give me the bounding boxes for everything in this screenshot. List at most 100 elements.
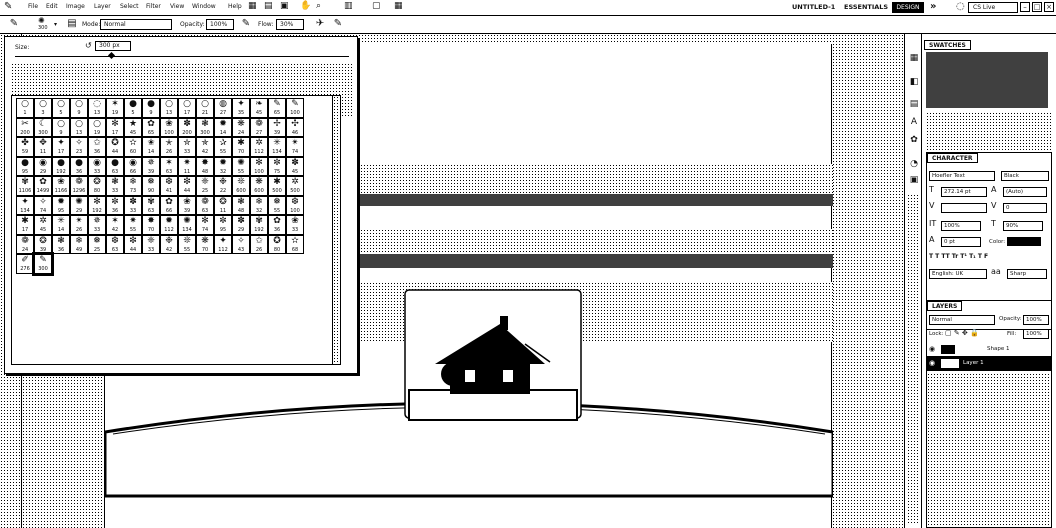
brush-preset-cell[interactable]: ✱ 17 bbox=[16, 215, 34, 235]
brush-preset-cell[interactable]: ✻ 100 bbox=[250, 156, 268, 176]
brush-preset-cell[interactable]: ✶ 19 bbox=[106, 98, 124, 118]
brush-preset-cell[interactable]: ✲ 45 bbox=[34, 215, 52, 235]
brush-preset-cell[interactable]: ❀ 33 bbox=[286, 215, 304, 235]
brush-preset-cell[interactable]: ✪ 80 bbox=[268, 234, 286, 254]
brush-preset-cell[interactable]: ❄ 73 bbox=[124, 176, 142, 196]
brush-preset-cell[interactable]: ✵ 39 bbox=[142, 156, 160, 176]
brush-preset-cell[interactable]: ✺ 29 bbox=[70, 195, 88, 215]
brush-preset-cell[interactable]: ❁ 63 bbox=[196, 195, 214, 215]
brush-preset-cell[interactable]: ✹ 95 bbox=[52, 195, 70, 215]
more-workspaces-icon[interactable]: » bbox=[930, 1, 936, 12]
brush-preset-cell[interactable]: ◌ 13 bbox=[88, 98, 106, 118]
brush-preset-cell[interactable]: ○ 17 bbox=[178, 98, 196, 118]
brush-preset-cell[interactable]: ✎ 100 bbox=[286, 98, 304, 118]
brush-preset-cell[interactable]: ❋ 600 bbox=[250, 176, 268, 196]
brush-preset-cell[interactable]: ❆ 100 bbox=[286, 195, 304, 215]
brush-preset-cell[interactable]: ❀ 1166 bbox=[52, 176, 70, 196]
cs-live-field[interactable]: CS Live bbox=[968, 2, 1018, 13]
brush-preset-cell[interactable]: ✽ 45 bbox=[286, 156, 304, 176]
close-button[interactable]: × bbox=[1044, 2, 1054, 12]
brush-preset-cell[interactable]: ❀ 100 bbox=[160, 117, 178, 137]
brush-preset-cell[interactable]: ✶ 42 bbox=[106, 215, 124, 235]
brush-preset-cell[interactable]: ✦ 134 bbox=[16, 195, 34, 215]
brush-preset-cell[interactable]: ❉ 22 bbox=[214, 176, 232, 196]
adjustments-dock-icon[interactable]: ◧ bbox=[908, 76, 920, 88]
actions-dock-icon[interactable]: ✿ bbox=[908, 134, 920, 146]
brush-preset-cell[interactable]: ✿ 65 bbox=[142, 117, 160, 137]
brush-preset-cell[interactable]: ✰ 55 bbox=[214, 137, 232, 157]
cs-live-icon[interactable]: ◌ bbox=[956, 1, 965, 12]
brush-preset-cell[interactable]: ❄ 32 bbox=[250, 195, 268, 215]
pressure-size-icon[interactable]: ✎ bbox=[332, 18, 344, 30]
menu-filter[interactable]: Filter bbox=[146, 3, 161, 10]
brush-preset-cell[interactable]: ❁ 24 bbox=[16, 234, 34, 254]
brush-preset-cell[interactable]: ✥ 11 bbox=[34, 137, 52, 157]
brush-preset-cell[interactable]: ✣ 46 bbox=[286, 117, 304, 137]
airbrush-icon[interactable]: ✈ bbox=[314, 18, 326, 30]
text-color-swatch[interactable] bbox=[1007, 237, 1041, 246]
zoom-tool-icon[interactable]: ⌕ bbox=[316, 1, 321, 11]
brush-preset-cell[interactable]: ❀ 39 bbox=[178, 195, 196, 215]
brush-preset-cell[interactable]: ✎ 300 bbox=[32, 252, 54, 276]
brush-preset-cell[interactable]: ○ 9 bbox=[70, 98, 88, 118]
text-style-buttons[interactable]: T T TT Tr T¹ T₁ T F bbox=[929, 253, 1049, 263]
brush-preset-cell[interactable]: ✴ 74 bbox=[286, 137, 304, 157]
bridge-icon[interactable]: ▦ bbox=[248, 1, 257, 11]
brush-preset-cell[interactable]: ✻ 17 bbox=[106, 117, 124, 137]
brush-preset-cell[interactable]: ✷ 55 bbox=[124, 215, 142, 235]
brush-preset-cell[interactable]: ❋ 24 bbox=[232, 117, 250, 137]
visibility-eye-icon[interactable]: ◉ bbox=[929, 345, 935, 353]
workspace-design[interactable]: DESIGN bbox=[892, 2, 924, 13]
size-slider-thumb[interactable] bbox=[107, 51, 115, 60]
brush-preset-cell[interactable]: ❃ 48 bbox=[232, 195, 250, 215]
extras-icon[interactable]: ▦ bbox=[394, 1, 403, 11]
font-size-field[interactable]: 272.14 pt bbox=[941, 187, 987, 197]
brush-preset-cell[interactable]: ● 5 bbox=[124, 98, 142, 118]
brush-preset-cell[interactable]: ✼ 75 bbox=[268, 156, 286, 176]
mode-select[interactable]: Normal bbox=[100, 19, 172, 30]
brush-preset-cell[interactable]: ✤ 59 bbox=[16, 137, 34, 157]
paths-dock-icon[interactable]: ▣ bbox=[908, 174, 920, 186]
brush-preset-cell[interactable]: ◉ 29 bbox=[34, 156, 52, 176]
brush-preset-cell[interactable]: ○ 3 bbox=[34, 98, 52, 118]
brush-preset-cell[interactable]: ✴ 26 bbox=[70, 215, 88, 235]
hand-tool-icon[interactable]: ✋ bbox=[300, 1, 311, 11]
history-dock-icon[interactable]: ▤ bbox=[908, 98, 920, 110]
language-select[interactable]: English: UK bbox=[929, 269, 987, 279]
opacity-field[interactable]: 100% bbox=[206, 19, 234, 30]
layer-row[interactable]: ◉ Layer 1 bbox=[927, 357, 1051, 371]
zoom-level-icon[interactable]: ▣ bbox=[280, 1, 289, 11]
brush-preset-cell[interactable]: ✿ 66 bbox=[160, 195, 178, 215]
brush-preset-cell[interactable]: ✂ 200 bbox=[16, 117, 34, 137]
brush-preset-cell[interactable]: ✧ 23 bbox=[70, 137, 88, 157]
brush-preset-cell[interactable]: ✲ 112 bbox=[250, 137, 268, 157]
layer-row[interactable]: ◉ Shape 1 bbox=[927, 343, 1051, 357]
workspace-essentials[interactable]: ESSENTIALS bbox=[844, 3, 888, 11]
brush-preset-cell[interactable]: ○ 13 bbox=[160, 98, 178, 118]
brush-preset-cell[interactable]: ❋ 70 bbox=[196, 234, 214, 254]
brush-preset-cell[interactable]: ✿ 1499 bbox=[34, 176, 52, 196]
brush-preset-cell[interactable]: ✽ 200 bbox=[178, 117, 196, 137]
brush-preset-cell[interactable]: ✹ 32 bbox=[214, 156, 232, 176]
brush-preset-cell[interactable]: ✳ 134 bbox=[268, 137, 286, 157]
horizontal-scale-field[interactable]: 90% bbox=[1003, 221, 1043, 231]
brush-preset-cell[interactable]: ✷ 11 bbox=[178, 156, 196, 176]
brush-panel-icon[interactable]: ▤ bbox=[66, 18, 78, 30]
brush-tool-icon[interactable]: ✎ bbox=[4, 1, 12, 12]
menu-file[interactable]: File bbox=[28, 3, 38, 10]
menu-view[interactable]: View bbox=[170, 3, 184, 10]
reset-size-icon[interactable]: ↺ bbox=[85, 41, 92, 50]
layers-tab[interactable]: LAYERS bbox=[927, 301, 963, 311]
brush-preset-cell[interactable]: ○ 21 bbox=[196, 98, 214, 118]
brush-preset-cell[interactable]: ● 95 bbox=[16, 156, 34, 176]
brush-preset-cell[interactable]: ✧ 74 bbox=[34, 195, 52, 215]
brush-preset-cell[interactable]: ✾ 1106 bbox=[16, 176, 34, 196]
brush-preset-cell[interactable]: ✹ 112 bbox=[160, 215, 178, 235]
brush-preset-cell[interactable]: ✩ 26 bbox=[250, 234, 268, 254]
baseline-field[interactable]: 0 pt bbox=[941, 237, 981, 247]
brush-preset-cell[interactable]: ❃ 33 bbox=[106, 176, 124, 196]
character-tab[interactable]: CHARACTER bbox=[927, 153, 978, 163]
brush-preset-cell[interactable]: ○ 13 bbox=[70, 117, 88, 137]
brush-preset-cell[interactable]: ✾ 192 bbox=[250, 215, 268, 235]
brush-preset-cell[interactable]: ❆ 63 bbox=[106, 234, 124, 254]
